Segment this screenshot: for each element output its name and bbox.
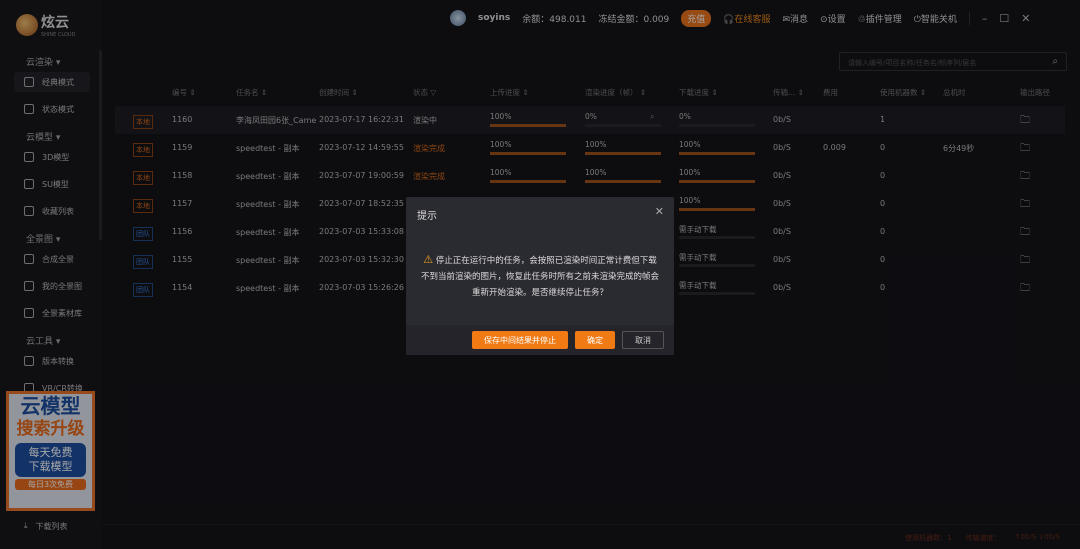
cancel-button[interactable]: 取消: [622, 331, 664, 349]
warning-icon: ⚠: [423, 253, 434, 266]
save-and-stop-button[interactable]: 保存中间结果并停止: [472, 331, 568, 349]
confirm-button[interactable]: 确定: [575, 331, 615, 349]
close-icon[interactable]: ✕: [655, 205, 664, 218]
dialog-title: 提示: [417, 211, 437, 222]
confirm-dialog: 提示 ✕ ⚠ 停止正在运行中的任务，会按照已渲染时间正常计费但下载不到当前渲染的…: [406, 197, 674, 355]
dialog-message: 停止正在运行中的任务，会按照已渲染时间正常计费但下载不到当前渲染的图片，恢复此任…: [420, 256, 659, 298]
